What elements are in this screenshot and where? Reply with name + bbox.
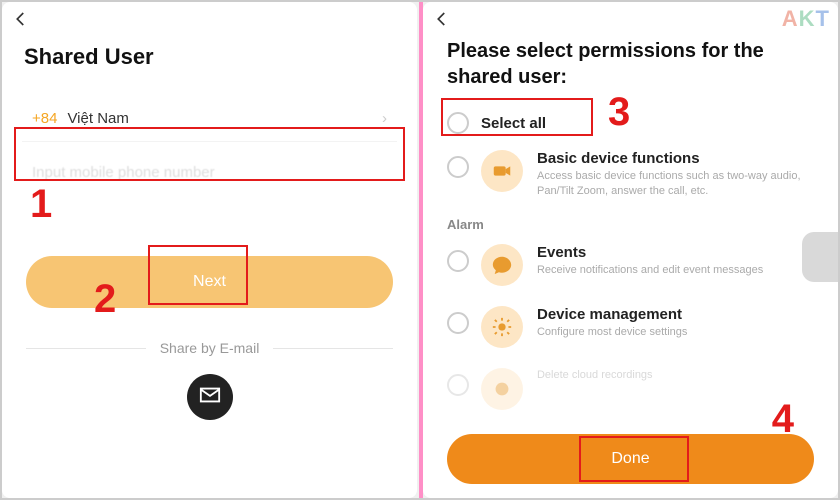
country-name: Việt Nam	[67, 110, 382, 127]
permission-text: Delete cloud recordings	[537, 368, 814, 383]
divider-line	[26, 348, 146, 349]
camera-icon	[481, 150, 523, 192]
divider-label: Share by E-mail	[146, 340, 274, 356]
select-all-row[interactable]: Select all	[447, 106, 814, 140]
mail-icon	[199, 384, 221, 411]
email-divider: Share by E-mail	[26, 340, 393, 356]
permission-text: Device management Configure most device …	[537, 306, 814, 340]
permission-desc: Delete cloud recordings	[537, 368, 814, 383]
cloud-icon	[481, 368, 523, 410]
section-header-alarm: Alarm	[423, 209, 838, 234]
radio-icon	[447, 156, 469, 178]
radio-icon	[447, 374, 469, 396]
panel-shared-user: Shared User +84 Việt Nam › Next Share by…	[2, 2, 417, 498]
next-button-label: Next	[193, 273, 226, 291]
panel-permissions: AKT Please select permissions for the sh…	[423, 2, 838, 498]
done-button[interactable]: Done	[447, 434, 814, 484]
permission-cloud[interactable]: Delete cloud recordings	[423, 358, 838, 420]
phone-input[interactable]	[32, 164, 387, 181]
radio-icon	[447, 312, 469, 334]
permission-events[interactable]: Events Receive notifications and edit ev…	[423, 234, 838, 296]
chevron-right-icon: ›	[382, 110, 387, 127]
back-button-left[interactable]	[12, 10, 30, 33]
permission-desc: Receive notifications and edit event mes…	[537, 263, 814, 278]
divider-line	[273, 348, 393, 349]
permission-basic[interactable]: Basic device functions Access basic devi…	[423, 140, 838, 209]
back-button-right[interactable]	[433, 10, 451, 33]
page-title: Shared User	[2, 2, 417, 86]
radio-icon	[447, 112, 469, 134]
permission-text: Events Receive notifications and edit ev…	[537, 244, 814, 278]
chat-icon	[481, 244, 523, 286]
gear-icon	[481, 306, 523, 348]
permission-desc: Access basic device functions such as tw…	[537, 169, 814, 199]
phone-input-row	[22, 150, 397, 196]
permission-title: Basic device functions	[537, 150, 814, 167]
radio-icon	[447, 250, 469, 272]
permission-device-mgmt[interactable]: Device management Configure most device …	[423, 296, 838, 358]
next-button[interactable]: Next	[26, 256, 393, 308]
permission-title: Device management	[537, 306, 814, 323]
assistive-touch-icon[interactable]	[802, 232, 838, 282]
permission-title: Events	[537, 244, 814, 261]
country-selector[interactable]: +84 Việt Nam ›	[22, 96, 397, 142]
share-email-button[interactable]	[187, 374, 233, 420]
permission-desc: Configure most device settings	[537, 325, 814, 340]
permissions-title: Please select permissions for the shared…	[423, 2, 838, 96]
watermark-logo: AKT	[782, 6, 830, 32]
done-button-label: Done	[611, 450, 649, 468]
select-all-label: Select all	[481, 115, 546, 132]
country-code: +84	[32, 110, 57, 127]
permission-text: Basic device functions Access basic devi…	[537, 150, 814, 199]
